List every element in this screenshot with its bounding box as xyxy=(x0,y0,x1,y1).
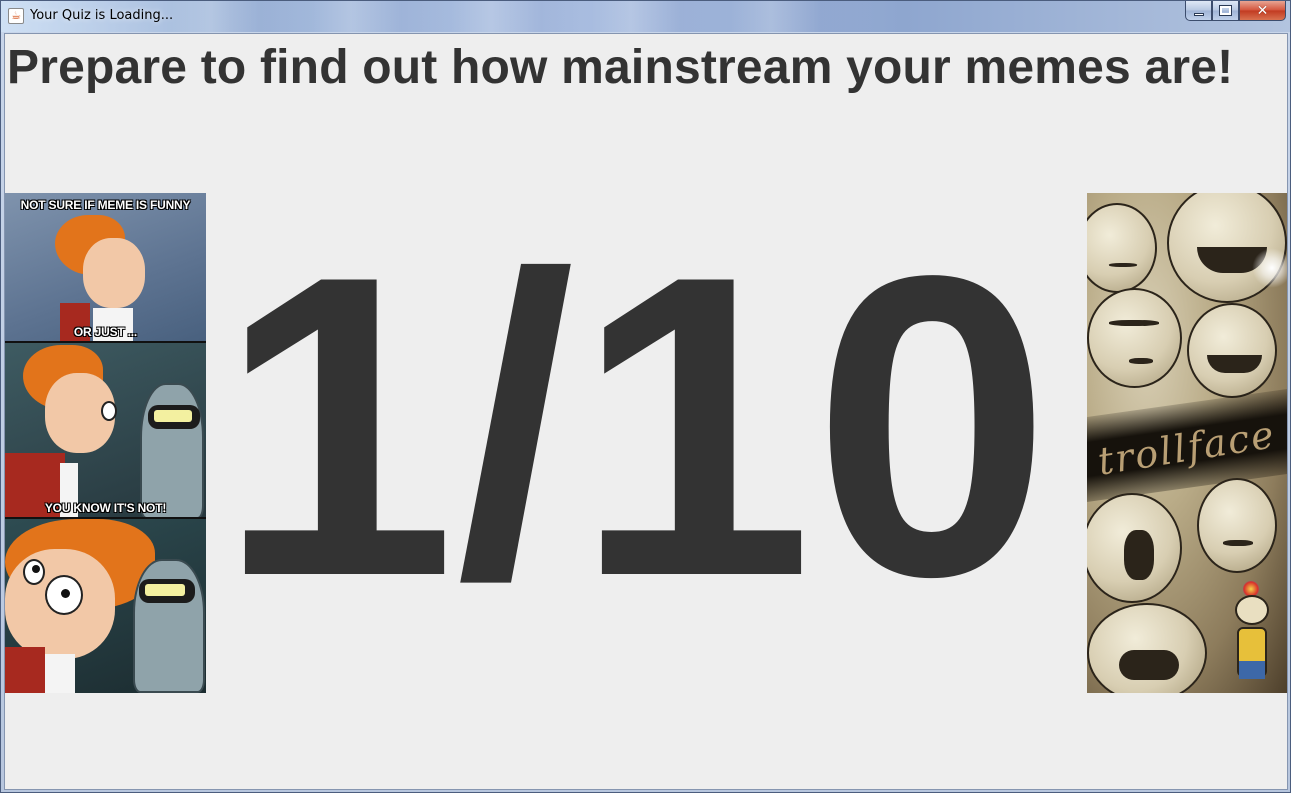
fry-meme-image: NOT SURE IF MEME IS FUNNY OR JUST ... YO… xyxy=(5,193,206,693)
light-flare xyxy=(1252,248,1287,288)
fry-shirt xyxy=(45,654,75,693)
meme-panel-3 xyxy=(5,519,206,693)
minimize-icon xyxy=(1193,12,1204,16)
meme-face xyxy=(1087,203,1157,293)
maximize-icon xyxy=(1219,5,1232,16)
minimize-button[interactable] xyxy=(1185,1,1212,21)
meme-face xyxy=(1087,288,1182,388)
trollface-meme-image: trollface xyxy=(1087,193,1287,693)
app-window: ☕ Your Quiz is Loading... ✕ Prepare to f… xyxy=(0,0,1291,793)
window-title: Your Quiz is Loading... xyxy=(30,8,174,23)
close-icon: ✕ xyxy=(1256,2,1269,19)
content-panel: Prepare to find out how mainstream your … xyxy=(4,33,1288,790)
bender-visor xyxy=(139,579,195,603)
fry-eye-left xyxy=(23,559,45,585)
bender-eyes xyxy=(145,584,185,596)
pupil xyxy=(61,589,70,598)
clown-figure xyxy=(1229,581,1273,681)
maximize-button[interactable] xyxy=(1212,1,1239,21)
fry-eye-right xyxy=(45,575,83,615)
bender-robot xyxy=(133,559,205,693)
bender-eyes xyxy=(154,410,192,422)
fry-eye xyxy=(101,401,117,421)
meme-caption-middle: OR JUST ... xyxy=(73,325,138,339)
rage-face xyxy=(1087,493,1182,603)
close-button[interactable]: ✕ xyxy=(1239,1,1286,21)
meme-face xyxy=(1197,478,1277,573)
meme-panel-1: NOT SURE IF MEME IS FUNNY OR JUST ... xyxy=(5,193,206,343)
meme-caption-top: NOT SURE IF MEME IS FUNNY xyxy=(20,198,191,212)
meme-panel-2: YOU KNOW IT'S NOT! xyxy=(5,343,206,519)
bender-visor xyxy=(148,405,200,429)
meme-face xyxy=(1187,303,1277,398)
fry-face xyxy=(83,238,145,308)
meme-face xyxy=(1087,603,1207,693)
bender-robot xyxy=(140,383,204,519)
fry-jacket xyxy=(5,647,45,693)
title-bar[interactable]: ☕ Your Quiz is Loading... ✕ xyxy=(1,1,1290,32)
pupil xyxy=(32,565,40,573)
window-controls: ✕ xyxy=(1185,1,1286,22)
meme-caption-bottom: YOU KNOW IT'S NOT! xyxy=(44,501,167,515)
question-counter: 1/10 xyxy=(218,187,1052,665)
page-title: Prepare to find out how mainstream your … xyxy=(7,41,1234,94)
java-cup-icon[interactable]: ☕ xyxy=(8,8,24,24)
